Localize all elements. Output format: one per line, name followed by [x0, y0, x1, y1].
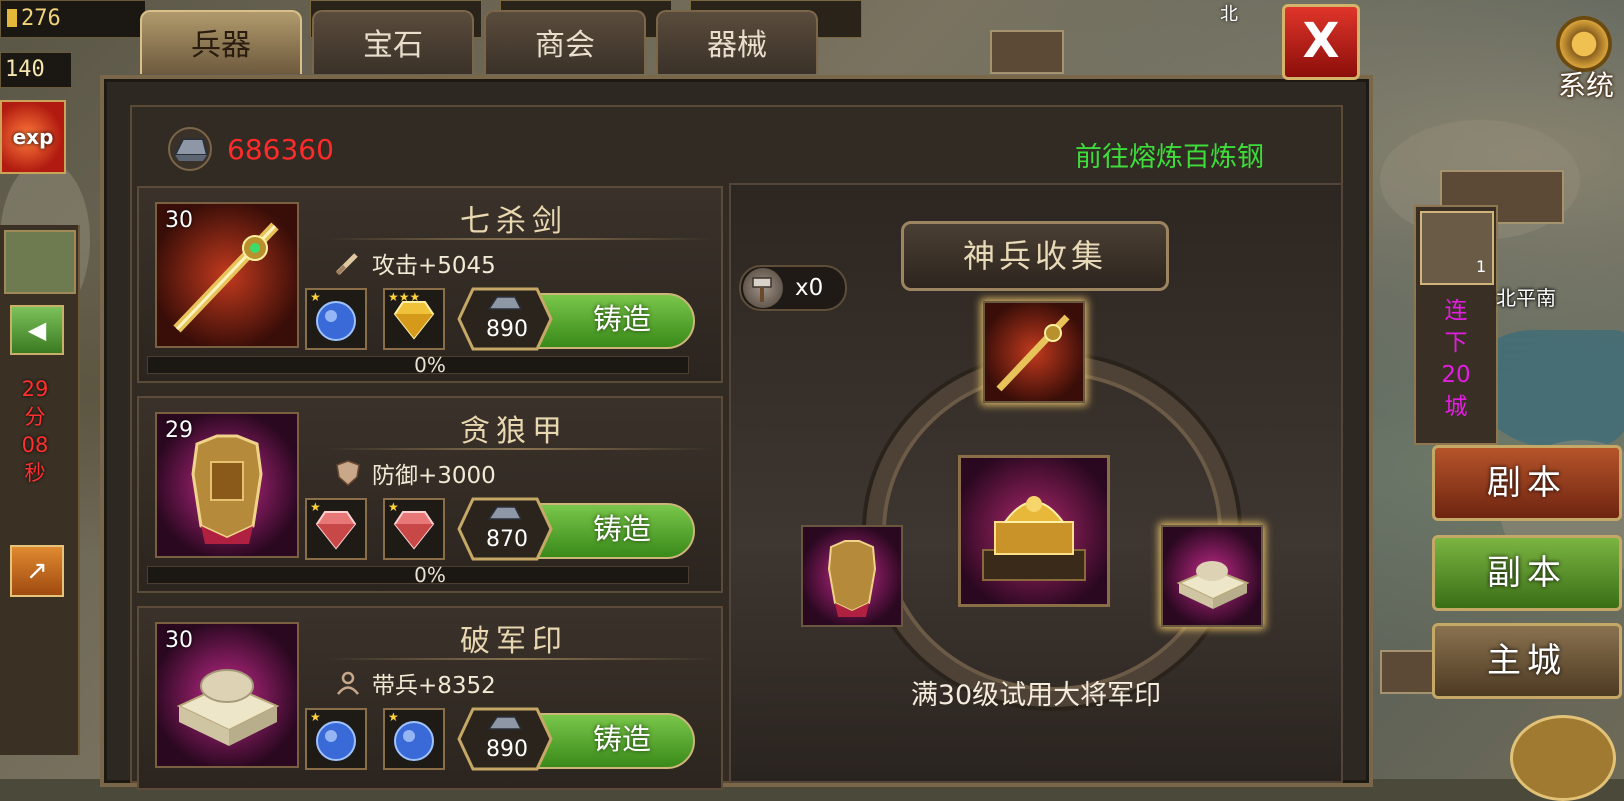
gem-star-rating: ★ [310, 710, 321, 724]
quest-tracker[interactable]: 1 连 下 20 城 [1414, 205, 1498, 445]
gem-slot[interactable]: ★ [383, 708, 445, 770]
tab-machines[interactable]: 器械 [656, 10, 818, 74]
scenario-button[interactable]: 剧本 [1432, 445, 1622, 521]
collection-slot-general-seal[interactable] [958, 455, 1110, 607]
sword-stat-icon [336, 253, 358, 275]
expand-arrow-button[interactable]: ↗ [10, 545, 64, 597]
map-place-label: 北平南 [1496, 286, 1556, 310]
troops-icon [337, 671, 359, 695]
tab-gems[interactable]: 宝石 [312, 10, 474, 74]
quest-text-line: 连 [1444, 298, 1468, 324]
gem-star-rating: ★ [310, 290, 321, 304]
seal-icon [1176, 561, 1250, 609]
gem-slot[interactable]: ★ [305, 498, 367, 560]
item-stat: 带兵+8352 [334, 666, 496, 700]
item-level: 30 [165, 628, 193, 653]
forge-button-label[interactable]: 铸造 [567, 713, 677, 765]
hammer-count: x0 [795, 275, 824, 301]
item-stat: 防御+3000 [334, 456, 496, 490]
item-level: 29 [165, 418, 193, 443]
player-level: 140 [0, 52, 72, 88]
timer-minutes: 29 [21, 377, 49, 401]
map-fort[interactable] [990, 30, 1064, 74]
gem-star-rating: ★ [388, 500, 399, 514]
steel-ingot-icon [168, 127, 212, 171]
gold-counter: 276 [0, 0, 146, 38]
gem-star-rating: ★ [310, 500, 321, 514]
item-name: 七杀剑 [460, 204, 568, 239]
forge-button-label[interactable]: 铸造 [567, 293, 677, 345]
item-card-seal: 30 破军印 带兵+8352 ★ ★ 890 铸造 [137, 606, 723, 790]
forge-button[interactable]: 870 铸造 [457, 497, 697, 561]
exp-badge[interactable]: exp [0, 100, 66, 174]
hammer-counter: x0 [739, 265, 847, 311]
quest-count: 1 [1476, 257, 1487, 276]
timer-minutes-unit: 分 [24, 405, 46, 429]
item-card-armor: 29 贪狼甲 防御+3000 ★ ★ 870 铸造 0% [137, 396, 723, 593]
forge-progress-percent: 0% [414, 353, 446, 377]
quest-text-line: 下 [1444, 330, 1468, 356]
corner-menu-button[interactable] [1510, 715, 1616, 801]
shield-icon [336, 460, 360, 487]
name-divider [324, 238, 714, 240]
sword-icon [996, 314, 1070, 392]
quest-text: 连 下 20 城 [1416, 295, 1496, 423]
armor-icon [827, 540, 877, 617]
item-stat: 攻击+5045 [334, 246, 496, 280]
forge-button[interactable]: 890 铸造 [457, 707, 697, 771]
gem-slot[interactable]: ★★★ [383, 288, 445, 350]
item-stat-text: 带兵+8352 [372, 673, 496, 699]
quest-text-line: 城 [1444, 394, 1468, 420]
steel-amount: 686360 [227, 132, 334, 166]
close-button[interactable]: X [1282, 4, 1360, 80]
collection-slot-sword[interactable] [983, 301, 1085, 403]
item-card-sword: 30 七杀剑 攻击+5045 ★ ★★★ 890 铸造 0% [137, 186, 723, 383]
map-place-label: 北 [1220, 4, 1238, 25]
weapon-collection-panel: 神兵收集 x0 满30级试用大将军印 [729, 183, 1343, 783]
item-name: 贪狼甲 [460, 414, 568, 449]
item-name: 破军印 [460, 624, 568, 659]
system-button[interactable]: 系统 [1548, 12, 1624, 102]
collection-slot-seal[interactable] [1161, 525, 1263, 627]
steel-resource: 686360 [165, 125, 334, 173]
item-stat-text: 攻击+5045 [372, 253, 496, 279]
map-scroll-icon[interactable] [4, 230, 76, 294]
collapse-toggle-button[interactable]: ◀ [10, 305, 64, 355]
item-level: 30 [165, 208, 193, 233]
timer-seconds: 08 [21, 433, 49, 457]
gem-slot[interactable]: ★ [305, 288, 367, 350]
gem-star-rating: ★ [388, 710, 399, 724]
quest-text-line: 20 [1441, 362, 1471, 388]
forge-button-label[interactable]: 铸造 [567, 503, 677, 555]
name-divider [324, 448, 714, 450]
gem-slot[interactable]: ★ [305, 708, 367, 770]
tab-weapons[interactable]: 兵器 [140, 10, 302, 74]
forge-cost: 870 [486, 527, 528, 552]
hammer-icon [743, 268, 783, 308]
collection-title: 神兵收集 [901, 221, 1169, 291]
golden-seal-icon [982, 496, 1086, 581]
tab-guild[interactable]: 商会 [484, 10, 646, 74]
countdown-timer: 29 分 08 秒 [10, 375, 60, 487]
main-city-button[interactable]: 主城 [1432, 623, 1622, 699]
hammer-glyph [752, 277, 772, 302]
gem-slot[interactable]: ★ [383, 498, 445, 560]
dungeon-button[interactable]: 副本 [1432, 535, 1622, 611]
system-label: 系统 [1557, 69, 1614, 102]
item-stat-text: 防御+3000 [372, 463, 496, 489]
name-divider [324, 658, 714, 660]
collection-hint: 满30级试用大将军印 [910, 680, 1162, 711]
forge-button[interactable]: 890 铸造 [457, 287, 697, 351]
gem-star-rating: ★★★ [388, 290, 421, 304]
forge-progress-percent: 0% [414, 563, 446, 587]
smelt-steel-link[interactable]: 前往熔炼百炼钢 [1075, 135, 1264, 174]
forge-cost: 890 [486, 317, 528, 342]
timer-seconds-unit: 秒 [24, 461, 46, 485]
forge-cost: 890 [486, 737, 528, 762]
collection-slot-armor[interactable] [801, 525, 903, 627]
